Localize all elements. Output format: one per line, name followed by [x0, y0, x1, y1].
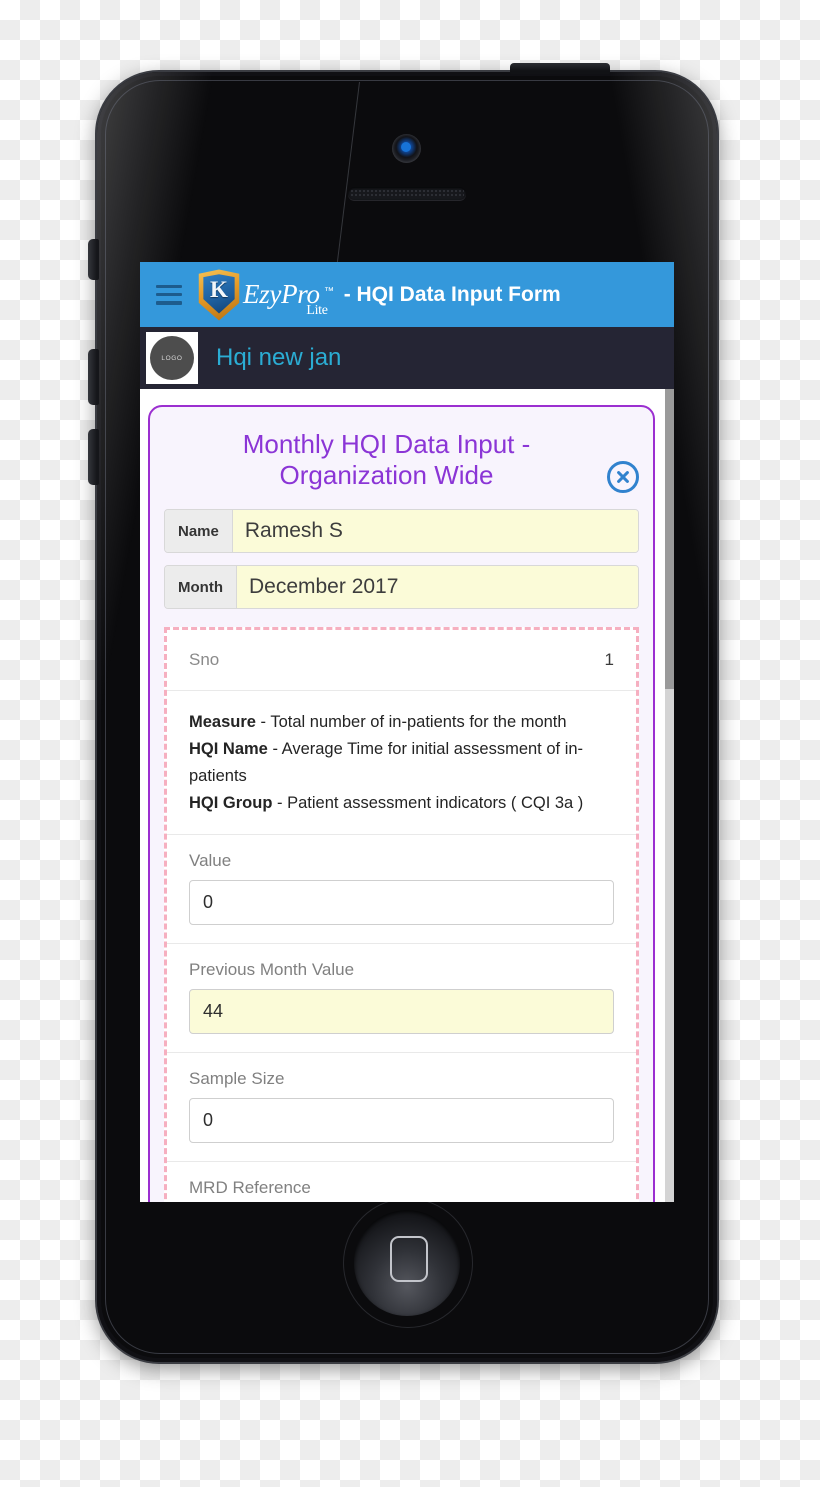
measure-section: Sno 1 Measure - Total number of in-patie… — [164, 627, 639, 1202]
input-block-sample-size: Sample Size 0 — [167, 1053, 636, 1163]
scrollbar-track[interactable] — [665, 389, 674, 1202]
home-square-icon — [390, 1236, 428, 1282]
form-scroll-area: Monthly HQI Data Input - Organization Wi… — [140, 389, 674, 1202]
organization-bar: LOGO Hqi new jan — [140, 327, 674, 389]
input-block-value: Value 0 — [167, 835, 636, 945]
measure-line: Measure - Total number of in-patients fo… — [189, 709, 614, 736]
form-title: Monthly HQI Data Input - Organization Wi… — [242, 429, 531, 491]
brand-lite-text: Lite — [306, 303, 328, 318]
hamburger-menu-icon[interactable] — [156, 284, 182, 305]
shield-letter: K — [210, 276, 228, 302]
input-block-previous-month-value: Previous Month Value 44 — [167, 944, 636, 1054]
field-row-name: Name Ramesh S — [164, 509, 639, 554]
month-input[interactable]: December 2017 — [236, 566, 638, 609]
power-button[interactable] — [510, 63, 610, 74]
hamburger-line — [156, 292, 182, 297]
measure-text: Patient assessment indicators ( CQI 3a ) — [287, 793, 584, 812]
previous-month-value-input[interactable]: 44 — [189, 989, 614, 1035]
field-label: Name — [165, 510, 233, 553]
home-button[interactable] — [354, 1210, 460, 1316]
camera-lens-dot — [401, 142, 411, 152]
smartphone-device: K EzyPro ™ Lite - HQI Data Input Form LO… — [88, 63, 717, 1362]
scrollbar-thumb[interactable] — [665, 389, 674, 689]
avatar: LOGO — [150, 336, 194, 380]
measure-sep: - — [255, 713, 271, 732]
value-input[interactable]: 0 — [189, 880, 614, 926]
sno-row: Sno 1 — [167, 630, 636, 692]
measure-key: Measure — [189, 713, 256, 732]
front-camera-icon — [392, 134, 421, 163]
organization-name: Hqi new jan — [216, 344, 342, 371]
measure-line: HQI Group - Patient assessment indicator… — [189, 790, 614, 817]
name-input[interactable]: Ramesh S — [232, 510, 638, 553]
hamburger-line — [156, 284, 182, 289]
ezypro-shield-icon: K — [196, 269, 242, 321]
sno-value: 1 — [604, 650, 614, 670]
volume-up-button[interactable] — [88, 349, 99, 405]
page-title: - HQI Data Input Form — [343, 282, 561, 306]
app-header: K EzyPro ™ Lite - HQI Data Input Form — [140, 262, 674, 327]
measure-key: HQI Group — [189, 793, 273, 812]
measure-details: Measure - Total number of in-patients fo… — [167, 691, 636, 836]
hamburger-line — [156, 300, 182, 305]
input-label: Previous Month Value — [189, 960, 355, 980]
earpiece-speaker — [348, 187, 466, 200]
speaker-mesh — [350, 189, 464, 198]
measure-text: Total number of in-patients for the mont… — [270, 713, 567, 732]
input-label: MRD Reference — [189, 1178, 311, 1198]
close-circle-icon[interactable] — [607, 461, 639, 493]
brand-wordmark: EzyPro ™ Lite — [243, 281, 334, 319]
input-label: Value — [189, 851, 232, 871]
input-label: Sample Size — [189, 1069, 285, 1089]
measure-sep: - — [267, 740, 282, 759]
field-row-month: Month December 2017 — [164, 565, 639, 610]
measure-sep: - — [272, 793, 288, 812]
phone-screen: K EzyPro ™ Lite - HQI Data Input Form LO… — [140, 262, 674, 1202]
sample-size-input[interactable]: 0 — [189, 1098, 614, 1144]
field-label: Month — [165, 566, 237, 609]
silent-switch[interactable] — [88, 239, 99, 280]
measure-key: HQI Name — [189, 740, 268, 759]
measure-line: HQI Name - Average Time for initial asse… — [189, 736, 614, 789]
volume-down-button[interactable] — [88, 429, 99, 485]
hqi-form-card: Monthly HQI Data Input - Organization Wi… — [148, 405, 655, 1202]
sno-label: Sno — [189, 650, 220, 670]
input-block-mrd-reference: MRD Reference — [167, 1162, 636, 1202]
avatar-frame: LOGO — [146, 332, 198, 384]
